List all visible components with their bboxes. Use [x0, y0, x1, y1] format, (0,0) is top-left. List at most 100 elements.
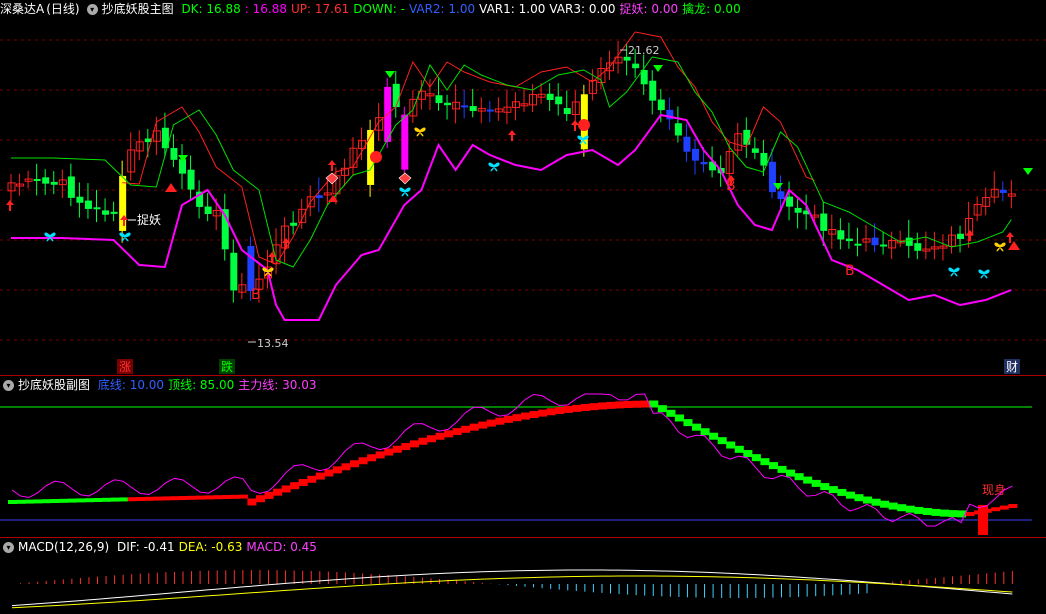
band-step — [931, 508, 941, 516]
band-step — [820, 483, 830, 491]
candles — [7, 41, 1016, 303]
signal-bar — [978, 505, 988, 535]
candle-body — [692, 148, 699, 161]
band-step — [332, 466, 342, 474]
band-step — [845, 491, 855, 499]
candle-body — [170, 148, 178, 160]
buy-label: B — [251, 287, 261, 303]
macd-panel[interactable]: ▾ MACD(12,26,9) DIF: -0.41 DEA: -0.63 MACD:… — [0, 538, 1046, 614]
candle-body — [247, 246, 255, 292]
band-step — [179, 496, 189, 500]
band-step — [837, 488, 847, 496]
band-step — [589, 403, 599, 411]
band-step — [700, 428, 710, 436]
candle-body — [435, 95, 443, 104]
candle-body — [555, 96, 563, 105]
dea-line — [11, 575, 1013, 609]
band-step — [281, 485, 291, 493]
band-step — [315, 472, 325, 480]
arrow-down-icon — [1023, 168, 1033, 175]
panel-divider — [0, 375, 1046, 376]
candle-body — [392, 83, 400, 108]
candle-body — [751, 148, 759, 153]
band-step — [768, 462, 778, 470]
band-step — [102, 497, 112, 502]
band-step — [153, 496, 163, 501]
candle-body — [33, 179, 41, 182]
band-step — [435, 432, 445, 440]
signal-icon — [578, 119, 590, 131]
band-step — [521, 412, 531, 420]
band-step — [683, 419, 693, 427]
band-step — [751, 454, 761, 462]
price-chart[interactable]: 21.62 13.54 捉妖 B B B 涨 跌 财 — [0, 0, 1046, 375]
band-step — [597, 402, 607, 410]
band-step — [127, 497, 137, 502]
band-step — [692, 423, 702, 431]
band-step — [495, 417, 505, 425]
butterfly-wing — [414, 127, 426, 137]
band-step — [615, 401, 625, 409]
band-step — [196, 495, 206, 500]
butterfly-icon — [488, 162, 500, 172]
band-step — [580, 403, 590, 411]
band-step — [965, 512, 975, 516]
band-step — [1008, 504, 1018, 508]
butterfly-wing — [994, 242, 1006, 252]
band-step — [110, 497, 120, 502]
band-step — [922, 508, 932, 516]
band-step — [93, 498, 103, 502]
candle-body — [657, 99, 665, 111]
butterfly-icon — [994, 242, 1006, 252]
band-step — [367, 454, 377, 462]
band-step — [426, 435, 436, 443]
candle-body — [854, 243, 862, 246]
candle-body — [820, 213, 828, 231]
main-force-line — [11, 393, 1013, 527]
butterfly-icon — [414, 127, 426, 137]
band-step — [854, 494, 864, 502]
band-step — [674, 414, 684, 422]
band-step — [888, 502, 898, 510]
band-step — [307, 475, 317, 483]
band-step — [657, 405, 667, 413]
candle-body — [444, 102, 452, 106]
band-step — [905, 505, 915, 513]
diamond-icon — [398, 172, 412, 185]
arrow-up-icon — [1006, 232, 1014, 243]
band-step — [529, 411, 539, 419]
candle-body — [187, 169, 195, 190]
band-step — [743, 450, 753, 458]
band-step — [623, 400, 633, 408]
band-step — [461, 425, 471, 433]
candle-body — [230, 252, 238, 291]
candle-body — [179, 159, 186, 174]
signal-icon — [370, 151, 382, 163]
band-step — [42, 499, 52, 504]
sub-chart-panel[interactable]: ▾ 抄底妖股副图 底线: 10.00 顶线: 85.00 主力线: 30.03 现身 — [0, 376, 1046, 537]
band-step — [290, 482, 300, 490]
candle-body — [315, 195, 323, 199]
candle-body — [469, 106, 477, 112]
support-line — [11, 113, 1012, 321]
band-step — [512, 414, 522, 422]
band-step — [863, 496, 873, 504]
band-step — [273, 488, 283, 496]
main-chart-panel[interactable]: 深桑达A (日线) ▾ 抄底妖股主图 DK: 16.88: 16.88 UP: 17.6… — [0, 0, 1046, 375]
macd-chart[interactable] — [0, 538, 1046, 614]
high-price-label: 21.62 — [628, 44, 660, 57]
candle-body — [760, 152, 768, 166]
sub-indicator-chart[interactable]: 现身 — [0, 376, 1046, 537]
candle-body — [768, 161, 776, 193]
xianshen-label: 现身 — [982, 482, 1006, 497]
band-step — [255, 495, 265, 503]
zhang-label: 涨 — [119, 359, 131, 374]
band-step — [401, 443, 411, 451]
dif-line — [11, 569, 1013, 607]
band-step — [555, 407, 565, 415]
candle-body — [880, 244, 888, 247]
band-step — [563, 405, 573, 413]
band-step — [486, 419, 496, 427]
candle-body — [632, 63, 640, 69]
band-step — [230, 494, 240, 499]
